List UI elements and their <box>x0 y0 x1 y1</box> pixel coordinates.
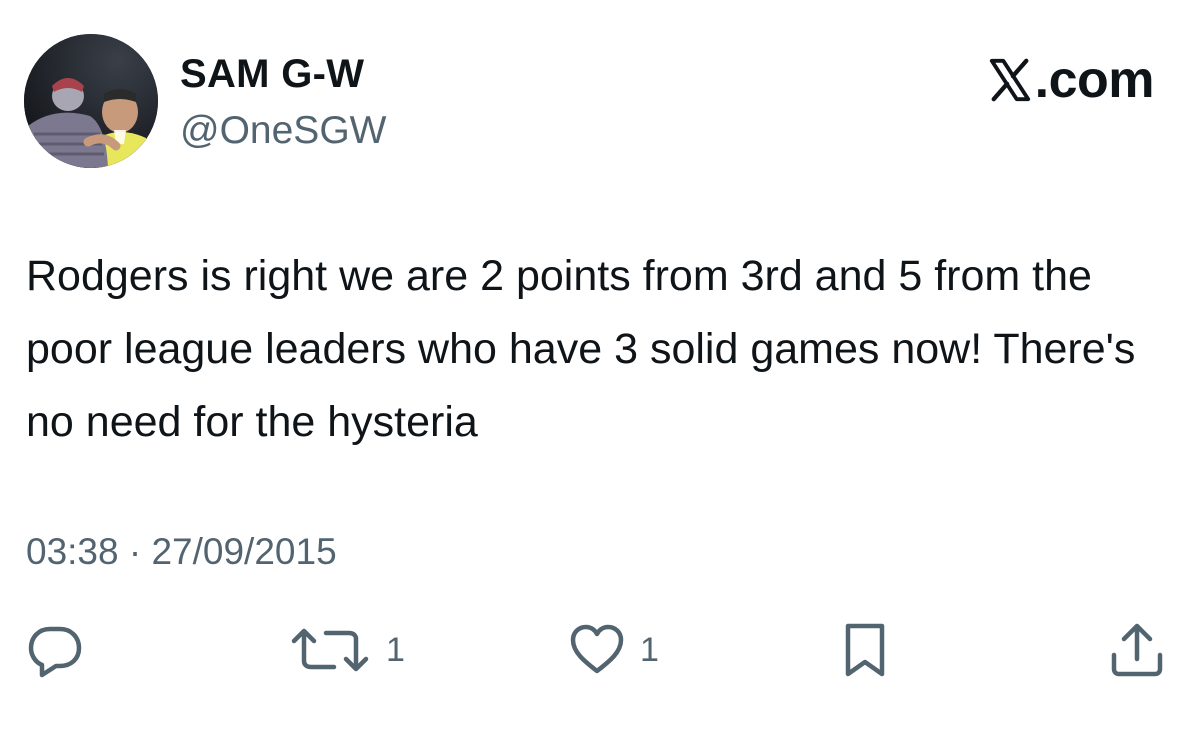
avatar-photo <box>24 34 158 168</box>
tweet-text: Rodgers is right we are 2 points from 3r… <box>26 252 1136 446</box>
brand-watermark: .com <box>987 51 1155 109</box>
tweet-timestamp[interactable]: 03:38 · 27/09/2015 <box>26 530 337 574</box>
like-count: 1 <box>640 631 659 669</box>
retweet-icon <box>291 628 369 672</box>
author-display-name[interactable]: SAM G-W <box>180 50 364 98</box>
tweet-card: SAM G-W @OneSGW .com Rodgers is right we… <box>0 0 1200 731</box>
author-handle[interactable]: @OneSGW <box>180 108 386 154</box>
share-icon <box>1111 623 1163 677</box>
x-logo-icon <box>989 58 1030 102</box>
avatar[interactable] <box>24 34 158 168</box>
share-button[interactable] <box>1108 620 1166 680</box>
reply-button[interactable] <box>26 620 84 680</box>
retweet-button[interactable]: 1 <box>288 620 405 680</box>
retweet-count: 1 <box>386 631 405 669</box>
reply-icon <box>28 626 82 678</box>
action-bar: 1 1 <box>0 620 1200 680</box>
like-button[interactable]: 1 <box>568 620 659 680</box>
bookmark-icon <box>845 623 885 677</box>
heart-icon <box>570 624 624 674</box>
bookmark-button[interactable] <box>840 620 890 680</box>
brand-text: .com <box>1034 51 1155 109</box>
